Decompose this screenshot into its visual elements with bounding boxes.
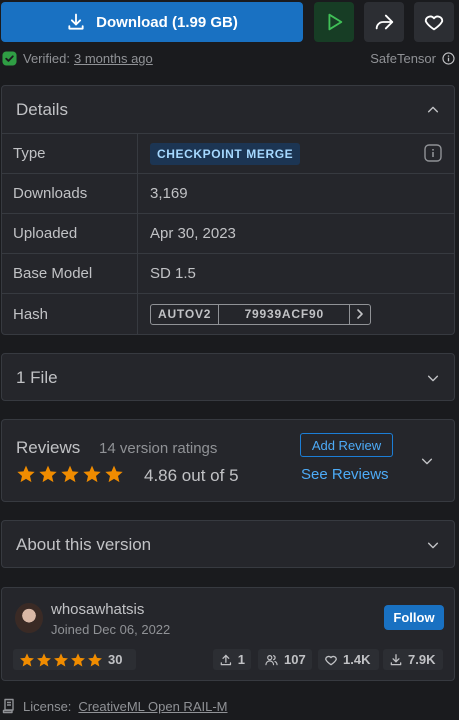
- creator-card: whosawhatsis Joined Dec 06, 2022 Follow …: [1, 587, 455, 681]
- star-icon: [61, 465, 79, 483]
- uploads-stat: 1: [213, 649, 251, 670]
- verified-date-link[interactable]: 3 months ago: [74, 51, 153, 66]
- follow-button[interactable]: Follow: [384, 605, 444, 630]
- details-header[interactable]: Details: [2, 86, 454, 134]
- avatar[interactable]: [15, 603, 43, 633]
- detail-row-base-model: Base Model SD 1.5: [2, 254, 454, 294]
- base-model-value: SD 1.5: [150, 265, 196, 282]
- star-icon: [71, 652, 85, 666]
- star-icon: [39, 465, 57, 483]
- star-icon: [17, 465, 35, 483]
- users-icon: [265, 654, 278, 665]
- license-row: License: CreativeML Open RAIL-M: [2, 697, 228, 715]
- verified-row: Verified: 3 months ago SafeTensor: [0, 47, 459, 69]
- downloads-stat: 7.9K: [383, 649, 443, 670]
- hash-widget[interactable]: AUTOV2 79939ACF90: [150, 303, 372, 325]
- files-title: 1 File: [16, 368, 58, 387]
- download-icon: [68, 13, 84, 30]
- info-icon[interactable]: [442, 51, 455, 65]
- chevron-down-icon: [427, 375, 439, 382]
- hash-value[interactable]: 79939ACF90: [219, 304, 351, 324]
- add-review-button[interactable]: Add Review: [300, 433, 393, 457]
- download-button[interactable]: Download (1.99 GB): [1, 2, 303, 42]
- likes-count: 1.4K: [343, 652, 371, 667]
- creator-rating-count: 30: [108, 652, 123, 667]
- detail-label: Hash: [2, 294, 138, 334]
- share-button[interactable]: [364, 2, 404, 42]
- creator-rating-stars: [19, 652, 103, 668]
- chevron-right-icon: [357, 309, 364, 319]
- rating-score: 4.86 out of 5: [144, 466, 239, 485]
- detail-label: Type: [2, 134, 138, 173]
- file-format: SafeTensor: [370, 50, 436, 66]
- detail-row-hash: Hash AUTOV2 79939ACF90: [2, 294, 454, 334]
- shield-check-icon: [2, 50, 17, 66]
- download-label: Download (1.99 GB): [96, 13, 238, 31]
- followers-count: 107: [284, 652, 306, 667]
- downloads-count: 7.9K: [408, 652, 436, 667]
- download-icon: [390, 653, 402, 665]
- like-button[interactable]: [414, 2, 454, 42]
- creator-rating-pill: 30: [13, 649, 136, 670]
- star-icon: [88, 652, 102, 666]
- star-icon: [54, 652, 68, 666]
- reviews-title: Reviews: [16, 438, 81, 457]
- detail-label: Downloads: [2, 174, 138, 213]
- creator-name[interactable]: whosawhatsis: [51, 601, 144, 618]
- license-label: License:: [23, 698, 72, 714]
- files-panel[interactable]: 1 File: [1, 353, 455, 401]
- chevron-down-icon: [427, 542, 439, 549]
- verified-label: Verified:: [23, 50, 70, 66]
- detail-row-downloads: Downloads 3,169: [2, 174, 454, 214]
- license-icon: [2, 698, 14, 714]
- downloads-value: 3,169: [150, 185, 188, 202]
- rating-stars: [16, 464, 124, 484]
- upload-icon: [220, 654, 232, 665]
- chevron-down-icon[interactable]: [420, 454, 434, 468]
- info-icon[interactable]: [424, 144, 442, 162]
- hash-type[interactable]: AUTOV2: [151, 304, 220, 324]
- play-icon: [328, 13, 343, 31]
- followers-stat: 107: [258, 649, 312, 670]
- likes-stat: 1.4K: [318, 649, 379, 670]
- reviews-panel: Reviews 14 version ratings 4.86 out of 5…: [1, 419, 455, 502]
- detail-label: Base Model: [2, 254, 138, 293]
- detail-row-uploaded: Uploaded Apr 30, 2023: [2, 214, 454, 254]
- heart-icon: [325, 655, 337, 665]
- star-icon: [37, 652, 51, 666]
- star-icon: [105, 465, 123, 483]
- star-icon: [83, 465, 101, 483]
- heart-icon: [424, 15, 444, 31]
- details-panel: Details Type CHECKPOINT MERGE Downloads …: [1, 85, 455, 335]
- creator-joined: Joined Dec 06, 2022: [51, 622, 171, 637]
- type-badge: CHECKPOINT MERGE: [150, 142, 301, 165]
- about-panel[interactable]: About this version: [1, 520, 455, 568]
- run-button[interactable]: [314, 2, 354, 42]
- detail-row-type: Type CHECKPOINT MERGE: [2, 134, 454, 174]
- hash-next-button[interactable]: [350, 305, 370, 324]
- details-title: Details: [16, 99, 68, 119]
- uploaded-value: Apr 30, 2023: [150, 225, 236, 242]
- about-title: About this version: [16, 535, 152, 554]
- license-link[interactable]: CreativeML Open RAIL-M: [78, 699, 227, 714]
- share-icon: [375, 14, 394, 30]
- ratings-count: 14 version ratings: [99, 440, 218, 457]
- see-reviews-link[interactable]: See Reviews: [301, 466, 389, 483]
- uploads-count: 1: [237, 652, 245, 667]
- detail-label: Uploaded: [2, 214, 138, 253]
- chevron-up-icon: [427, 106, 439, 112]
- star-icon: [20, 652, 34, 666]
